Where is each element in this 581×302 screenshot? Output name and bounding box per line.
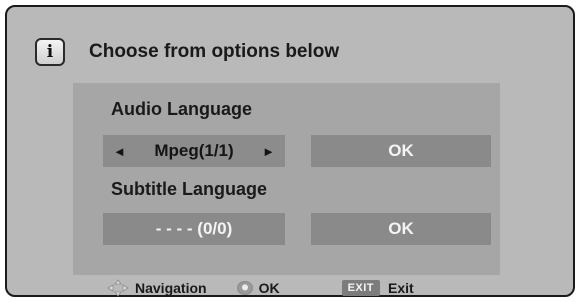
dialog-title: Choose from options below: [89, 41, 340, 62]
audio-language-selector[interactable]: ◄ Mpeg(1/1) ►: [103, 135, 285, 167]
left-arrow-icon[interactable]: ◄: [113, 144, 126, 159]
navigation-label: Navigation: [135, 280, 207, 296]
footer-help-bar: Navigation OK EXIT Exit: [107, 277, 414, 299]
right-arrow-icon[interactable]: ►: [262, 144, 275, 159]
subtitle-ok-button[interactable]: OK: [311, 213, 491, 245]
audio-language-value: Mpeg(1/1): [154, 141, 234, 160]
exit-key-icon: EXIT: [341, 280, 381, 296]
ok-key-icon: [236, 281, 253, 295]
audio-ok-button[interactable]: OK: [311, 135, 491, 167]
info-icon: i: [35, 38, 65, 66]
dialog-header: i Choose from options below: [35, 36, 339, 68]
footer-ok-label: OK: [258, 280, 280, 296]
navigation-icon: [107, 279, 129, 297]
subtitle-language-label: Subtitle Language: [111, 179, 268, 199]
options-dialog: i Choose from options below Audio Langua…: [5, 5, 575, 297]
audio-language-label: Audio Language: [111, 99, 252, 119]
footer-exit-label: Exit: [388, 280, 414, 296]
options-area: Audio Language ◄ Mpeg(1/1) ► OK Subtitle…: [73, 83, 500, 275]
info-icon-glyph: i: [46, 42, 54, 62]
subtitle-language-selector[interactable]: - - - - (0/0): [103, 213, 285, 245]
